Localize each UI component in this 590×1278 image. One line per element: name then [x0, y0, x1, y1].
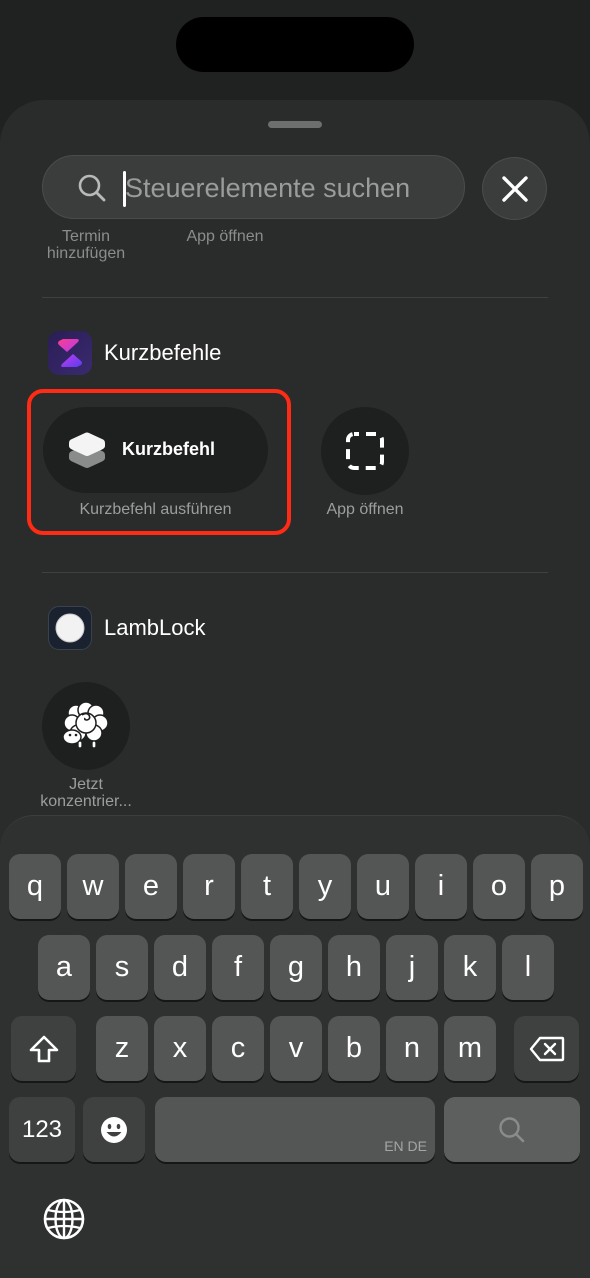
- key-w[interactable]: w: [67, 854, 119, 919]
- search-key-icon: [499, 1116, 525, 1142]
- backspace-key[interactable]: [514, 1016, 579, 1081]
- keyboard: q w e r t y u i o p a s d f g h j k l z …: [0, 815, 590, 1278]
- key-a[interactable]: a: [38, 935, 90, 1000]
- divider: [42, 297, 548, 298]
- section-title-lamblock: LambLock: [104, 615, 206, 640]
- key-q[interactable]: q: [9, 854, 61, 919]
- section-title-kurzbefehle: Kurzbefehle: [104, 340, 222, 365]
- globe-icon[interactable]: [42, 1197, 86, 1241]
- search-bar[interactable]: [42, 155, 465, 220]
- lamblock-app-icon: [48, 606, 92, 650]
- key-f[interactable]: f: [212, 935, 264, 1000]
- key-m[interactable]: m: [444, 1016, 496, 1081]
- key-u[interactable]: u: [357, 854, 409, 919]
- ghost-label-termin: Termin hinzufügen: [46, 228, 126, 262]
- key-z[interactable]: z: [96, 1016, 148, 1081]
- key-n[interactable]: n: [386, 1016, 438, 1081]
- shift-key[interactable]: [11, 1016, 76, 1081]
- emoji-icon: [101, 1116, 127, 1143]
- search-input[interactable]: [125, 156, 455, 220]
- close-button[interactable]: [482, 157, 547, 220]
- ghost-label-app-offnen: App öffnen: [186, 228, 264, 245]
- dashed-square-icon: [346, 432, 384, 470]
- highlight-box: [27, 389, 291, 535]
- key-d[interactable]: d: [154, 935, 206, 1000]
- key-o[interactable]: o: [473, 854, 525, 919]
- close-icon: [501, 175, 528, 202]
- key-e[interactable]: e: [125, 854, 177, 919]
- emoji-key[interactable]: [83, 1097, 145, 1162]
- key-y[interactable]: y: [299, 854, 351, 919]
- key-b[interactable]: b: [328, 1016, 380, 1081]
- key-p[interactable]: p: [531, 854, 583, 919]
- control-app-offnen[interactable]: [321, 407, 409, 495]
- key-x[interactable]: x: [154, 1016, 206, 1081]
- key-r[interactable]: r: [183, 854, 235, 919]
- search-icon: [78, 174, 106, 202]
- backspace-icon: [529, 1036, 564, 1061]
- key-k[interactable]: k: [444, 935, 496, 1000]
- caption-jetzt-konzentrieren: Jetzt konzentrier...: [40, 776, 132, 810]
- key-g[interactable]: g: [270, 935, 322, 1000]
- section-header-kurzbefehle: Kurzbefehle: [48, 331, 221, 375]
- sheet-grabber[interactable]: [268, 121, 322, 128]
- numbers-key[interactable]: 123: [9, 1097, 75, 1162]
- key-j[interactable]: j: [386, 935, 438, 1000]
- section-header-lamblock: LambLock: [48, 606, 206, 650]
- divider: [42, 572, 548, 573]
- key-c[interactable]: c: [212, 1016, 264, 1081]
- space-key[interactable]: EN DE: [155, 1097, 435, 1162]
- dynamic-island: [176, 17, 414, 72]
- screen: Termin hinzufügen App öffnen Steuereleme…: [0, 0, 590, 1278]
- key-s[interactable]: s: [96, 935, 148, 1000]
- space-language-label: EN DE: [384, 1138, 427, 1154]
- search-key[interactable]: [444, 1097, 580, 1162]
- sheep-icon: [62, 701, 109, 749]
- shift-icon: [29, 1035, 58, 1062]
- caption-app-offnen: App öffnen: [326, 501, 404, 518]
- key-i[interactable]: i: [415, 854, 467, 919]
- key-v[interactable]: v: [270, 1016, 322, 1081]
- control-jetzt-konzentrieren[interactable]: [42, 682, 130, 770]
- key-t[interactable]: t: [241, 854, 293, 919]
- shortcuts-app-icon: [48, 331, 92, 375]
- key-l[interactable]: l: [502, 935, 554, 1000]
- key-h[interactable]: h: [328, 935, 380, 1000]
